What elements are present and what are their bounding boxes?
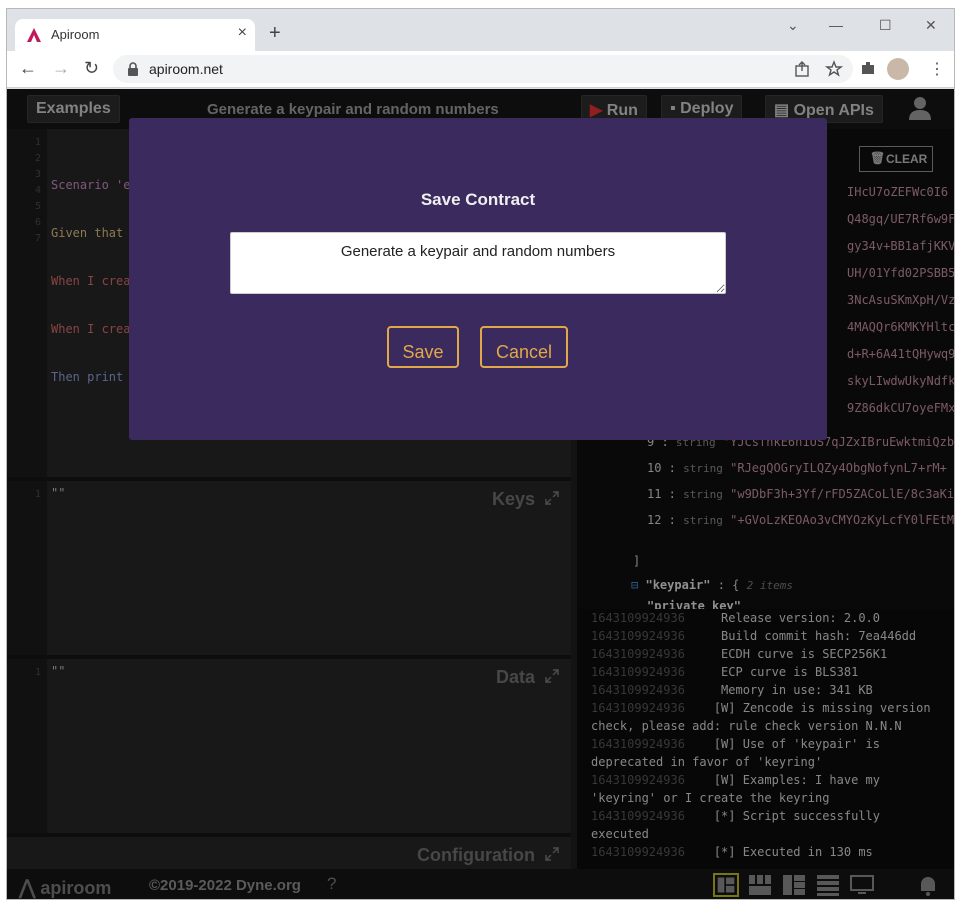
save-contract-modal: Save Contract Generate a keypair and ran… xyxy=(129,118,827,440)
browser-tab[interactable]: Apiroom × xyxy=(15,19,255,51)
minimize-icon[interactable]: — xyxy=(829,17,843,33)
reload-icon[interactable]: ↻ xyxy=(84,58,99,78)
extensions-icon[interactable] xyxy=(859,59,877,77)
tab-close-icon[interactable]: × xyxy=(238,24,247,42)
forward-icon[interactable]: → xyxy=(52,58,70,78)
maximize-icon[interactable]: ☐ xyxy=(879,17,892,34)
menu-kebab-icon[interactable]: ⋮ xyxy=(929,59,945,79)
lock-icon xyxy=(128,62,138,76)
address-bar[interactable]: apiroom.net xyxy=(113,55,853,83)
apiroom-favicon-icon xyxy=(27,28,41,42)
contract-name-input[interactable]: Generate a keypair and random numbers xyxy=(230,232,726,294)
profile-avatar[interactable] xyxy=(887,58,909,80)
tab-strip: Apiroom × + ⌄ — ☐ ✕ xyxy=(7,9,954,51)
tab-title: Apiroom xyxy=(51,27,100,42)
bookmark-star-icon[interactable] xyxy=(825,60,843,78)
browser-window: Apiroom × + ⌄ — ☐ ✕ ← → ↻ apiroom.net ⋮ … xyxy=(6,8,955,900)
back-icon[interactable]: ← xyxy=(19,58,37,78)
modal-title: Save Contract xyxy=(420,190,536,209)
share-icon[interactable] xyxy=(793,60,811,78)
new-tab-icon[interactable]: + xyxy=(269,23,281,43)
save-button[interactable]: Save xyxy=(387,326,459,368)
url-text: apiroom.net xyxy=(149,61,223,77)
tab-search-icon[interactable]: ⌄ xyxy=(787,17,799,34)
browser-toolbar: ← → ↻ apiroom.net ⋮ xyxy=(7,51,954,88)
apiroom-app: Examples Generate a keypair and random n… xyxy=(7,89,954,899)
cancel-button[interactable]: Cancel xyxy=(480,326,568,368)
close-window-icon[interactable]: ✕ xyxy=(925,17,937,34)
